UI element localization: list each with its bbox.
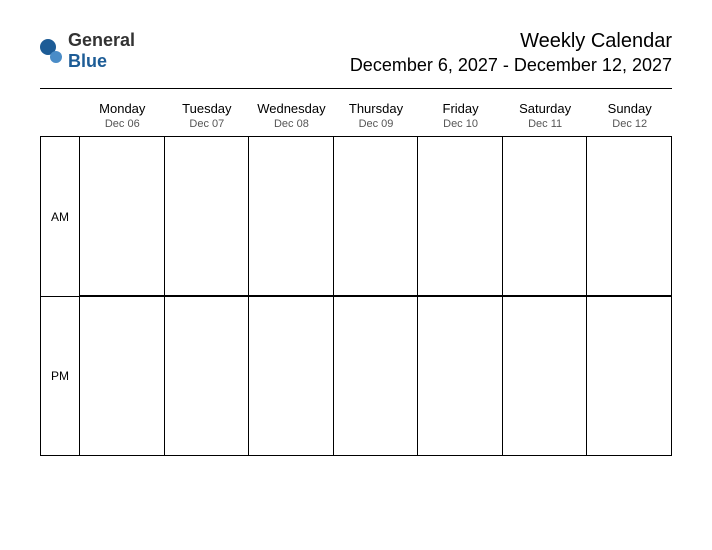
calendar-cell xyxy=(249,136,334,296)
day-header-sunday: Sunday Dec 12 xyxy=(587,95,672,136)
logo-text-blue: Blue xyxy=(68,51,107,71)
divider xyxy=(40,88,672,89)
calendar-cell xyxy=(587,296,672,456)
day-header-tuesday: Tuesday Dec 07 xyxy=(165,95,250,136)
day-date: Dec 06 xyxy=(80,118,165,130)
day-header-saturday: Saturday Dec 11 xyxy=(503,95,588,136)
calendar-grid: Monday Dec 06 Tuesday Dec 07 Wednesday D… xyxy=(40,95,672,456)
calendar-cell xyxy=(418,296,503,456)
logo-icon xyxy=(40,39,64,63)
corner-cell xyxy=(40,95,80,136)
logo-text-general: General xyxy=(68,30,135,50)
day-name: Thursday xyxy=(334,101,419,116)
day-date: Dec 12 xyxy=(587,118,672,130)
day-date: Dec 11 xyxy=(503,118,588,130)
day-name: Monday xyxy=(80,101,165,116)
calendar-cell xyxy=(249,296,334,456)
day-header-monday: Monday Dec 06 xyxy=(80,95,165,136)
day-name: Friday xyxy=(418,101,503,116)
day-name: Tuesday xyxy=(165,101,250,116)
calendar-cell xyxy=(334,136,419,296)
day-name: Saturday xyxy=(503,101,588,116)
day-date: Dec 10 xyxy=(418,118,503,130)
day-name: Wednesday xyxy=(249,101,334,116)
calendar-cell xyxy=(587,136,672,296)
calendar-cell xyxy=(80,296,165,456)
calendar-cell xyxy=(418,136,503,296)
calendar-cell xyxy=(165,296,250,456)
day-date: Dec 09 xyxy=(334,118,419,130)
period-am: AM xyxy=(40,136,80,296)
calendar-cell xyxy=(334,296,419,456)
calendar-cell xyxy=(80,136,165,296)
date-range: December 6, 2027 - December 12, 2027 xyxy=(350,55,672,76)
day-name: Sunday xyxy=(587,101,672,116)
day-header-wednesday: Wednesday Dec 08 xyxy=(249,95,334,136)
logo: General Blue xyxy=(40,30,135,72)
calendar-cell xyxy=(503,136,588,296)
period-pm: PM xyxy=(40,296,80,456)
day-date: Dec 07 xyxy=(165,118,250,130)
calendar-cell xyxy=(503,296,588,456)
day-header-friday: Friday Dec 10 xyxy=(418,95,503,136)
calendar-cell xyxy=(165,136,250,296)
page-title: Weekly Calendar xyxy=(350,30,672,53)
day-header-thursday: Thursday Dec 09 xyxy=(334,95,419,136)
day-date: Dec 08 xyxy=(249,118,334,130)
